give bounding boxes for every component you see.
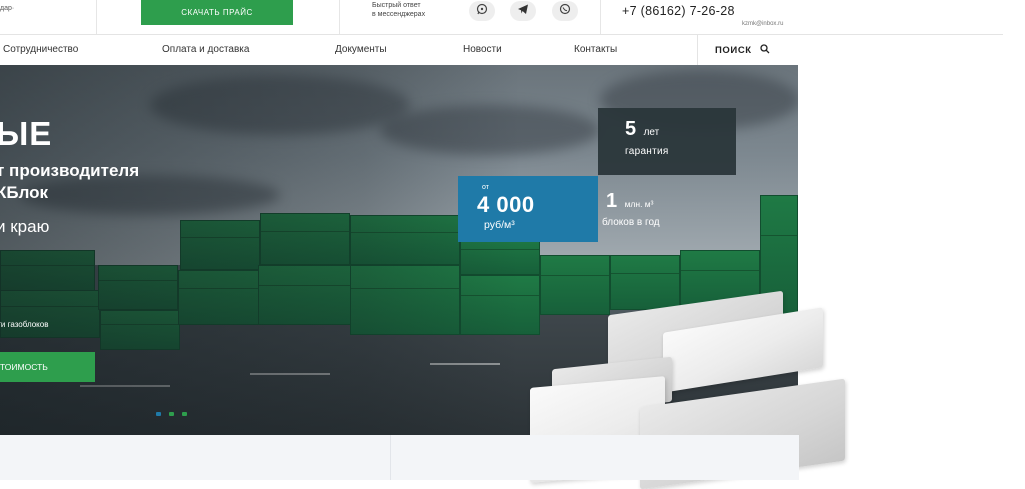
search-button[interactable]: Поиск: [715, 44, 770, 57]
whatsapp-icon: [476, 2, 488, 20]
info-panel-left: [0, 435, 390, 480]
price-unit: руб/м³: [484, 219, 515, 231]
divider: [96, 0, 97, 34]
block-pallet: [610, 255, 680, 310]
volume-number: 1: [606, 190, 618, 212]
slider-dot[interactable]: [182, 412, 187, 416]
slider-dot[interactable]: [156, 412, 161, 416]
hero-subtitle: т производителя: [0, 161, 140, 180]
price-prefix: от: [482, 184, 489, 191]
nav-item-documents[interactable]: Документы: [335, 44, 387, 55]
price-badge: от 4 000 руб/м³: [458, 176, 598, 242]
telegram-icon: [517, 2, 529, 20]
warranty-badge: 5 лет гарантия: [598, 108, 736, 175]
calculate-cost-button[interactable]: тоимость: [0, 352, 95, 382]
hero-note: ги газоблоков: [0, 320, 49, 329]
divider: [339, 0, 340, 34]
search-icon: [760, 44, 770, 57]
hero-title: ЫЕ: [0, 115, 53, 152]
block-pallet: [760, 195, 798, 315]
viber-icon: [559, 2, 571, 20]
nav-item-news[interactable]: Новости: [463, 44, 502, 55]
search-label: Поиск: [715, 45, 752, 56]
divider: [697, 35, 698, 65]
volume-badge: 1 млн. м³ блоков в год: [598, 176, 738, 242]
calculate-cost-label: тоимость: [0, 362, 48, 372]
top-bar-cut-text: дар·: [0, 5, 15, 12]
hero-region: и краю: [0, 217, 50, 236]
hero-banner: ЫЕ т производителя КБлок и краю ги газоб…: [0, 65, 798, 435]
info-panel-right: [390, 435, 799, 480]
warranty-unit: лет: [643, 127, 660, 138]
telegram-button[interactable]: [510, 1, 536, 21]
email-link[interactable]: kzmk@inbox.ru: [742, 21, 783, 27]
fast-reply-line2: в мессенджерах: [372, 11, 426, 18]
slider-dot[interactable]: [169, 412, 174, 416]
nav-item-contacts[interactable]: Контакты: [574, 44, 617, 55]
warranty-number: 5: [625, 118, 637, 140]
nav-item-cooperation[interactable]: Сотрудничество: [3, 44, 78, 55]
fast-reply-label: Быстрый ответ в мессенджерах: [372, 1, 467, 19]
viber-button[interactable]: [552, 1, 578, 21]
slider-dots: [156, 412, 187, 416]
volume-caption: блоков в год: [602, 217, 660, 228]
warranty-caption: гарантия: [625, 146, 669, 157]
divider: [600, 0, 601, 34]
phone-link[interactable]: +7 (86162) 7-26-28: [622, 4, 735, 18]
volume-unit: млн. м³: [624, 199, 654, 209]
block-pallet: [680, 250, 760, 310]
hero-subtitle: КБлок: [0, 183, 49, 202]
block-pallet: [540, 255, 610, 315]
price-value: 4 000: [477, 192, 535, 217]
fast-reply-line1: Быстрый ответ: [372, 2, 421, 9]
whatsapp-button[interactable]: [469, 1, 495, 21]
nav-item-payment-delivery[interactable]: Оплата и доставка: [162, 44, 249, 55]
download-price-button[interactable]: Скачать прайс: [141, 0, 293, 25]
top-bar: дар· Скачать прайс Быстрый ответ в мессе…: [0, 0, 1025, 34]
main-nav: Сотрудничество Оплата и доставка Докумен…: [0, 35, 1025, 65]
